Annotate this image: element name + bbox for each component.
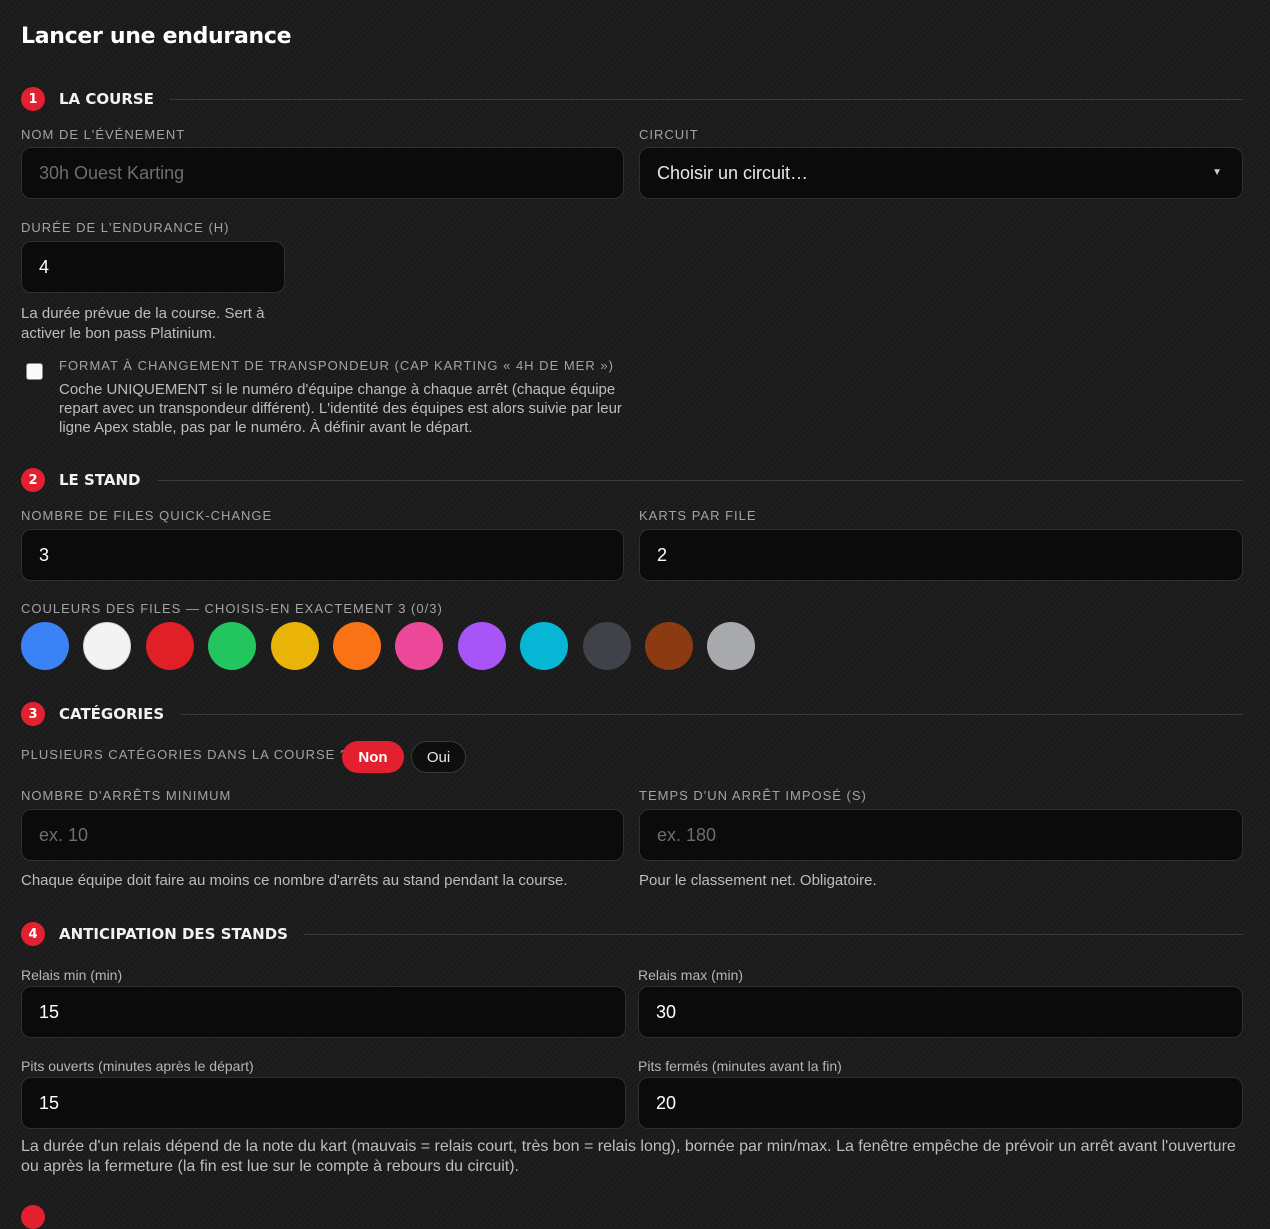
color-swatch-red[interactable] (146, 622, 194, 670)
section-number-badge: 2 (21, 468, 45, 492)
min-stops-label: NOMBRE D'ARRÊTS MINIMUM (21, 788, 232, 803)
circuit-label: CIRCUIT (639, 127, 699, 142)
color-swatch-yellow[interactable] (271, 622, 319, 670)
transponder-title: FORMAT À CHANGEMENT DE TRANSPONDEUR (CAP… (59, 358, 614, 373)
relay-max-input[interactable]: 30 (638, 986, 1243, 1038)
color-swatch-dark-gray[interactable] (583, 622, 631, 670)
min-stops-help: Chaque équipe doit faire au moins ce nom… (21, 872, 568, 889)
section-number-badge: 4 (21, 922, 45, 946)
section-divider (169, 98, 1243, 100)
lanes-input[interactable]: 3 (21, 529, 624, 581)
section-number-badge: 1 (21, 87, 45, 111)
karts-per-lane-input[interactable]: 2 (639, 529, 1243, 581)
circuit-select-value: Choisir un circuit… (657, 162, 809, 183)
event-name-input[interactable]: 30h Ouest Karting (21, 147, 624, 199)
section-divider (156, 479, 1243, 481)
color-swatch-blue[interactable] (21, 622, 69, 670)
pits-closed-input[interactable]: 20 (638, 1077, 1243, 1129)
circuit-select[interactable]: Choisir un circuit… ▼ (639, 147, 1243, 199)
pits-open-label: Pits ouverts (minutes après le départ) (21, 1058, 254, 1074)
event-name-label: NOM DE L'ÉVÉNEMENT (21, 127, 186, 142)
section-header-stand: 2 LE STAND (21, 468, 1243, 492)
section-divider (180, 713, 1243, 715)
relay-min-input[interactable]: 15 (21, 986, 626, 1038)
color-swatch-white[interactable] (83, 622, 131, 670)
page-title: Lancer une endurance (21, 24, 292, 49)
section-title: CATÉGORIES (59, 705, 165, 723)
color-swatch-silver[interactable] (707, 622, 755, 670)
duration-help: La durée prévue de la course. Sert à act… (21, 305, 265, 342)
section-header-anticipation: 4 ANTICIPATION DES STANDS (21, 922, 1243, 946)
section-title: LA COURSE (59, 90, 154, 108)
relay-max-label: Relais max (min) (638, 967, 744, 983)
color-swatch-green[interactable] (208, 622, 256, 670)
multi-category-label: PLUSIEURS CATÉGORIES DANS LA COURSE ? (21, 747, 349, 762)
multi-category-no-button[interactable]: Non (342, 741, 404, 773)
karts-per-lane-label: KARTS PAR FILE (639, 508, 757, 523)
color-swatch-orange[interactable] (333, 622, 381, 670)
anticipation-help: La durée d'un relais dépend de la note d… (21, 1138, 1236, 1175)
section-title: LE STAND (59, 471, 141, 489)
lane-colors-label: COULEURS DES FILES — CHOISIS-EN EXACTEME… (21, 601, 443, 616)
caret-down-icon: ▼ (1212, 167, 1222, 178)
stop-time-label: TEMPS D'UN ARRÊT IMPOSÉ (S) (639, 788, 867, 803)
stop-time-help: Pour le classement net. Obligatoire. (639, 872, 877, 889)
color-swatch-purple[interactable] (458, 622, 506, 670)
next-section-badge (21, 1205, 45, 1229)
section-header-course: 1 LA COURSE (21, 87, 1243, 111)
transponder-description: Coche UNIQUEMENT si le numéro d'équipe c… (59, 381, 622, 436)
transponder-checkbox[interactable] (26, 363, 43, 380)
duration-label: DURÉE DE L'ENDURANCE (H) (21, 220, 230, 235)
pits-open-input[interactable]: 15 (21, 1077, 626, 1129)
section-number-badge: 3 (21, 702, 45, 726)
section-title: ANTICIPATION DES STANDS (59, 925, 288, 943)
section-header-categories: 3 CATÉGORIES (21, 702, 1243, 726)
relay-min-label: Relais min (min) (21, 967, 123, 983)
pits-closed-label: Pits fermés (minutes avant la fin) (638, 1058, 842, 1074)
color-swatch-brown[interactable] (645, 622, 693, 670)
section-divider (303, 933, 1243, 935)
color-swatch-pink[interactable] (395, 622, 443, 670)
min-stops-input[interactable]: ex. 10 (21, 809, 624, 861)
stop-time-input[interactable]: ex. 180 (639, 809, 1243, 861)
duration-input[interactable]: 4 (21, 241, 285, 293)
multi-category-yes-button[interactable]: Oui (411, 741, 466, 773)
color-swatch-cyan[interactable] (520, 622, 568, 670)
lanes-label: NOMBRE DE FILES QUICK-CHANGE (21, 508, 273, 523)
